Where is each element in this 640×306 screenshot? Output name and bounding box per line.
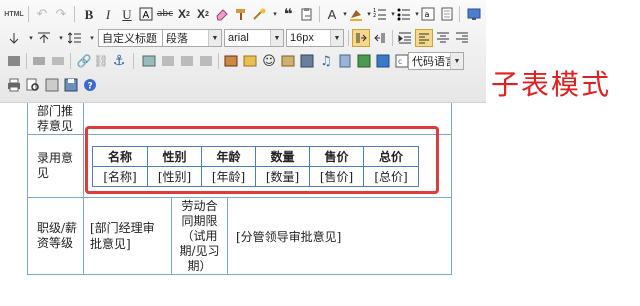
undo-icon[interactable]: ↶	[33, 5, 51, 23]
italic-icon[interactable]: I	[99, 5, 117, 23]
font-family-value: arial	[228, 32, 249, 44]
font-border-icon[interactable]: A	[137, 5, 155, 23]
row-spacing-top-icon[interactable]	[5, 29, 23, 47]
pasteplain-icon[interactable]	[298, 5, 316, 23]
select-all-icon[interactable]: a	[419, 5, 437, 23]
svg-text:2: 2	[373, 13, 376, 19]
align-right-icon[interactable]	[453, 29, 471, 47]
redo-icon[interactable]: ↷	[52, 5, 70, 23]
align-center-icon[interactable]	[434, 29, 452, 47]
labor-contract-label: 劳动合同期限（试用期/见习期）	[171, 197, 228, 275]
editor-toolbar: HTML ↶ ↷ B I U A abc X2 X2 ▾ ❝ A ▾ ▾ 12 …	[0, 0, 486, 103]
rtl-direction-icon[interactable]	[371, 29, 389, 47]
toolbar-separator	[392, 30, 393, 46]
svg-text:A: A	[143, 10, 150, 21]
html-source-button[interactable]: HTML	[3, 5, 25, 23]
toolbar-separator	[459, 6, 460, 22]
toolbar-separator	[319, 6, 320, 22]
subtable-highlight-box	[85, 126, 439, 194]
annotation-label: 子表模式	[491, 68, 612, 101]
toolbar-row-1: HTML ↶ ↷ B I U A abc X2 X2 ▾ ❝ A ▾ ▾ 12 …	[0, 3, 486, 25]
chevron-down-icon: ▼	[330, 30, 343, 46]
toolbar-separator	[348, 30, 349, 46]
toolbar-separator	[74, 6, 75, 22]
leader-opinion-cell[interactable]: [分管领导审批意见]	[227, 197, 452, 275]
toolbar-row-3h	[0, 62, 486, 84]
line-height-icon[interactable]	[66, 29, 84, 47]
fullscreen-icon[interactable]	[465, 5, 483, 23]
ltr-direction-icon[interactable]	[352, 29, 370, 47]
bold-icon[interactable]: B	[80, 5, 98, 23]
paragraph-value: 段落	[166, 33, 188, 45]
toolbar-separator	[28, 6, 29, 22]
manager-opinion-cell[interactable]: [部门经理审批意见]	[83, 197, 172, 275]
chevron-down-icon: ▼	[208, 30, 221, 46]
font-size-value: 16px	[290, 32, 314, 44]
toolbar-row-2: ▾ ▾ ▾ 自定义标题▼ 段落▼ arial▼ 16px▼	[0, 27, 486, 49]
eraser-icon[interactable]	[213, 5, 231, 23]
blockquote-icon[interactable]: ❝	[279, 5, 297, 23]
custom-style-value: 自定义标题	[102, 33, 157, 45]
format-painter-icon[interactable]	[232, 5, 250, 23]
strikethrough-icon[interactable]: abc	[156, 5, 174, 23]
align-left-icon[interactable]	[415, 29, 433, 47]
superscript-icon[interactable]: X2	[175, 5, 193, 23]
svg-text:a: a	[425, 10, 430, 19]
clear-doc-icon[interactable]	[438, 5, 456, 23]
chevron-down-icon: ▼	[270, 30, 283, 46]
form-label-dept-recommendation: 部门推荐意见	[27, 103, 84, 135]
table-row: 职级/薪资等级 [部门经理审批意见] 劳动合同期限（试用期/见习期） [分管领导…	[27, 197, 452, 275]
font-size-select[interactable]: 16px ▼	[286, 29, 344, 47]
form-label-hire-opinion: 录用意见	[27, 134, 84, 198]
indent-icon[interactable]	[396, 29, 414, 47]
paragraph-select[interactable]: 段落 ▼	[162, 29, 222, 47]
form-label-grade-salary: 职级/薪资等级	[27, 197, 84, 275]
subscript-icon[interactable]: X2	[194, 5, 212, 23]
underline-icon[interactable]: U	[118, 5, 136, 23]
row-spacing-bottom-icon[interactable]	[35, 29, 53, 47]
font-family-select[interactable]: arial ▼	[224, 29, 284, 47]
